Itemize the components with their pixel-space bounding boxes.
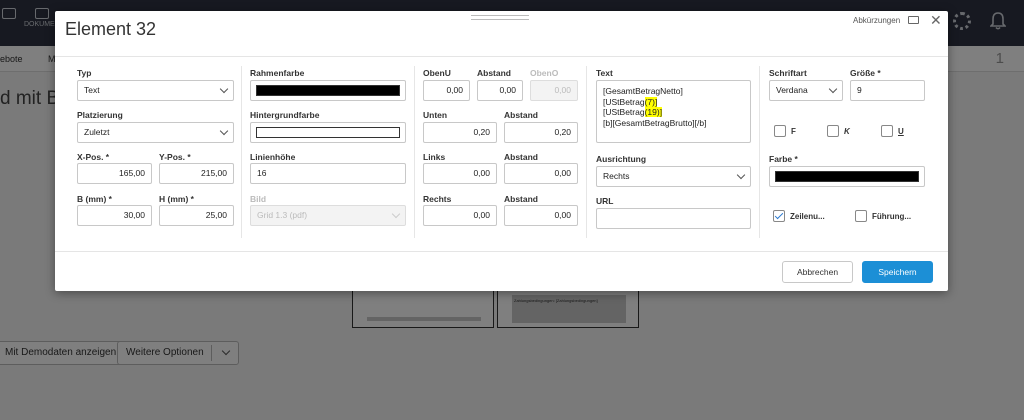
ausrichtung-select[interactable]: Rechts: [596, 166, 751, 187]
xpos-label: X-Pos. *: [77, 152, 110, 162]
footer-divider: [55, 251, 948, 252]
abstand-right-input[interactable]: 0,00: [504, 205, 578, 226]
links-label: Links: [423, 152, 446, 162]
chevron-down-icon: [219, 126, 229, 136]
leading-checkbox[interactable]: [855, 210, 867, 222]
text-line-3: [UStBetrag(19)]: [603, 107, 744, 118]
font-value: Verdana: [776, 85, 808, 95]
abstand-bottom-input[interactable]: 0,20: [504, 122, 578, 143]
font-select[interactable]: Verdana: [769, 80, 843, 101]
links-input[interactable]: 0,00: [423, 163, 497, 184]
font-size-input[interactable]: 9: [850, 80, 925, 101]
image-value: Grid 1.3 (pdf): [257, 210, 308, 220]
underline-label: U: [898, 127, 904, 136]
obenu-label: ObenU: [423, 68, 451, 78]
abstand-left-label: Abstand: [504, 152, 538, 162]
keyboard-icon[interactable]: [908, 16, 919, 24]
cancel-button[interactable]: Abbrechen: [782, 261, 853, 283]
abbreviations-link[interactable]: Abkürzungen: [853, 16, 900, 25]
text-line-3-token: [UStBetrag: [603, 107, 645, 117]
border-color-picker[interactable]: [250, 80, 406, 101]
drag-handle[interactable]: [471, 15, 529, 20]
abstand-top-label: Abstand: [477, 68, 511, 78]
save-button[interactable]: Speichern: [862, 261, 933, 283]
image-select: Grid 1.3 (pdf): [250, 205, 406, 226]
background-color-picker[interactable]: [250, 122, 406, 143]
obeno-input: 0,00: [530, 80, 578, 101]
font-color-picker[interactable]: [769, 166, 925, 187]
line-height-input[interactable]: 16: [250, 163, 406, 184]
italic-label: K: [844, 127, 850, 136]
chevron-down-icon: [736, 170, 746, 180]
platzierung-label: Platzierung: [77, 110, 123, 120]
ypos-label: Y-Pos. *: [159, 152, 191, 162]
border-color-swatch: [256, 85, 400, 96]
text-label: Text: [596, 68, 613, 78]
width-label: B (mm) *: [77, 194, 112, 204]
ypos-input[interactable]: 215,00: [159, 163, 234, 184]
farbe-label: Farbe *: [769, 154, 798, 164]
height-input[interactable]: 25,00: [159, 205, 234, 226]
bild-label: Bild: [250, 194, 267, 204]
ausrichtung-label: Ausrichtung: [596, 154, 647, 164]
dialog-title: Element 32: [65, 19, 157, 39]
height-label: H (mm) *: [159, 194, 194, 204]
abstand-top-input[interactable]: 0,00: [477, 80, 523, 101]
url-input[interactable]: [596, 208, 751, 229]
unten-label: Unten: [423, 110, 448, 120]
linienhoehe-label: Linienhöhe: [250, 152, 296, 162]
column-divider: [241, 66, 242, 238]
chevron-down-icon: [828, 84, 838, 94]
column-divider: [586, 66, 587, 238]
rechts-label: Rechts: [423, 194, 452, 204]
typ-select[interactable]: Text: [77, 80, 234, 101]
close-icon[interactable]: ✕: [930, 12, 942, 29]
text-line-2: [UStBetrag(7)]: [603, 96, 744, 108]
obenu-input[interactable]: 0,00: [423, 80, 470, 101]
text-line-3-highlight: (19)]: [644, 107, 663, 117]
column-divider: [759, 66, 760, 238]
font-color-swatch: [775, 171, 919, 182]
text-line-2-token: [UStBetrag: [603, 96, 645, 107]
abstand-left-input[interactable]: 0,00: [504, 163, 578, 184]
chevron-down-icon: [219, 84, 229, 94]
text-line-2-highlight: (7)]: [644, 96, 658, 107]
bold-checkbox[interactable]: [774, 125, 786, 137]
background-color-swatch: [256, 127, 400, 138]
wrap-label: Zeilenu...: [790, 212, 825, 221]
hintergrund-label: Hintergrundfarbe: [250, 110, 320, 120]
chevron-down-icon: [391, 209, 401, 219]
wrap-checkbox[interactable]: [773, 210, 785, 222]
groesse-label: Größe *: [850, 68, 881, 78]
unten-input[interactable]: 0,20: [423, 122, 497, 143]
text-line-4: [b][GesamtBetragBrutto][/b]: [603, 117, 707, 128]
italic-checkbox[interactable]: [827, 125, 839, 137]
typ-label: Typ: [77, 68, 92, 78]
text-textarea[interactable]: [GesamtBetragNetto] [UStBetrag(7)] [UStB…: [596, 80, 751, 143]
abstand-right-label: Abstand: [504, 194, 538, 204]
platzierung-value: Zuletzt: [84, 127, 110, 137]
xpos-input[interactable]: 165,00: [77, 163, 152, 184]
platzierung-select[interactable]: Zuletzt: [77, 122, 234, 143]
schriftart-label: Schriftart: [769, 68, 807, 78]
underline-checkbox[interactable]: [881, 125, 893, 137]
text-line-1: [GesamtBetragNetto]: [603, 86, 683, 96]
width-input[interactable]: 30,00: [77, 205, 152, 226]
header-divider: [55, 56, 948, 57]
leading-label: Führung...: [872, 212, 912, 221]
column-divider: [414, 66, 415, 238]
obeno-label: ObenO: [530, 68, 559, 78]
element-dialog: Element 32 Abkürzungen ✕ Typ Text Platzi…: [55, 11, 948, 291]
bold-label: F: [791, 127, 796, 136]
rahmenfarbe-label: Rahmenfarbe: [250, 68, 305, 78]
rechts-input[interactable]: 0,00: [423, 205, 497, 226]
url-label: URL: [596, 196, 614, 206]
abstand-bottom-label: Abstand: [504, 110, 538, 120]
ausrichtung-value: Rechts: [603, 171, 630, 181]
typ-value: Text: [84, 85, 100, 95]
